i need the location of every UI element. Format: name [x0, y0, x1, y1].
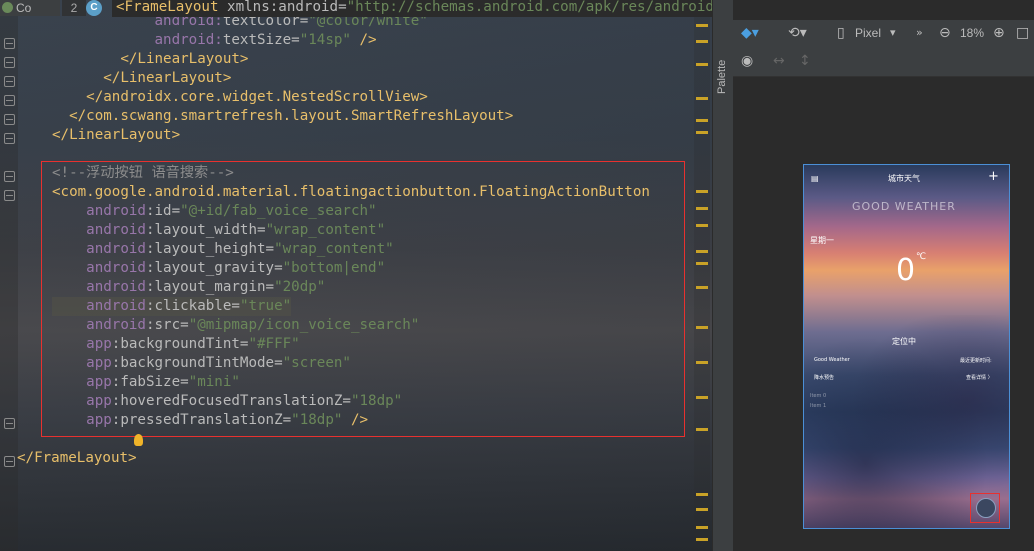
code-line[interactable]: </LinearLayout> [52, 50, 248, 69]
code-line[interactable]: </LinearLayout> [52, 69, 231, 88]
fold-marker[interactable] [4, 171, 15, 182]
device-selector[interactable]: Pixel [855, 20, 881, 46]
class-icon: C [86, 0, 102, 16]
attr-namespace: android: [154, 32, 223, 48]
scan-icon[interactable]: ▤ [811, 174, 819, 183]
error-stripe-mark[interactable] [696, 40, 708, 43]
error-stripe-mark[interactable] [696, 508, 708, 511]
device-preview[interactable]: ▤ 城市天气 + GOOD WEATHER 星期一 0 ℃ 定位中 Good W… [803, 164, 1010, 529]
tag-text: </FrameLayout> [17, 450, 137, 466]
error-stripe-mark[interactable] [696, 131, 708, 134]
list-item: Item 0 [810, 393, 827, 399]
detail-link[interactable]: 查看详情 〉 [966, 374, 993, 381]
error-stripe-mark[interactable] [696, 428, 708, 431]
attr-value: "14sp" [299, 32, 351, 48]
error-stripe-mark[interactable] [696, 97, 708, 100]
error-stripe-mark[interactable] [696, 286, 708, 289]
tag-text: </androidx.core.widget.NestedScrollView> [52, 89, 428, 105]
chevron-down-icon[interactable]: ▾ [890, 20, 896, 46]
error-stripe-mark[interactable] [696, 326, 708, 329]
sticky-header: Co 2 C <FrameLayout xmlns:android="http:… [0, 0, 712, 19]
device-icon[interactable]: ▯ [837, 20, 845, 46]
error-stripe-mark[interactable] [696, 526, 708, 529]
fold-marker[interactable] [4, 114, 15, 125]
design-toolbar: ◆▾ ⟲▾ ▯ Pixel ▾ » ⊖ 18% ⊕ □ [733, 20, 1034, 48]
error-stripe-mark[interactable] [696, 63, 708, 66]
selection-highlight [41, 161, 685, 437]
error-stripe-mark[interactable] [696, 24, 708, 27]
error-stripe-mark[interactable] [696, 538, 708, 541]
error-stripe-mark[interactable] [696, 207, 708, 210]
xmlns-value: "http://schemas.android.com/apk/res/andr… [346, 0, 712, 15]
temperature-value: 0 [896, 253, 916, 288]
fold-marker[interactable] [4, 57, 15, 68]
tag-text: </com.scwang.smartrefresh.layout.SmartRe… [52, 108, 514, 124]
error-stripe-mark[interactable] [696, 396, 708, 399]
layers-icon[interactable]: ◆▾ [741, 20, 759, 46]
palette-tab[interactable]: Palette [716, 34, 730, 94]
temperature-unit: ℃ [916, 252, 927, 262]
tag-text: </LinearLayout> [52, 70, 232, 86]
fold-marker[interactable] [4, 38, 15, 49]
intention-bulb-icon[interactable] [134, 434, 143, 446]
android-icon [2, 2, 13, 13]
location-status: 定位中 [892, 337, 916, 346]
editor-scrollbar[interactable] [694, 0, 710, 551]
header-code-line[interactable]: <FrameLayout xmlns:android="http://schem… [112, 0, 712, 17]
horizontal-constraint-icon[interactable]: ↔ [773, 48, 785, 74]
fab-voice-search[interactable] [976, 498, 996, 518]
zoom-reset-icon[interactable]: □ [1016, 20, 1029, 46]
error-stripe-mark[interactable] [696, 190, 708, 193]
xmlns-attr: xmlns:android= [218, 0, 347, 15]
code-line[interactable]: android:textSize="14sp" /> [52, 31, 377, 50]
fold-marker[interactable] [4, 76, 15, 87]
fold-marker[interactable] [4, 456, 15, 467]
fold-marker[interactable] [4, 418, 15, 429]
file-tab[interactable]: Co [0, 0, 60, 16]
list-item: Item 1 [810, 403, 827, 409]
error-stripe-mark[interactable] [696, 119, 708, 122]
zoom-out-icon[interactable]: ⊖ [939, 20, 951, 46]
line-number: 2 [62, 0, 86, 16]
weekday-label: 星期一 [810, 236, 834, 245]
fold-marker[interactable] [4, 133, 15, 144]
rain-forecast-label: 降水预告 [814, 375, 835, 381]
fab-voice-search-selection[interactable] [970, 493, 1000, 523]
frame-layout-tag: <FrameLayout [116, 0, 219, 15]
add-city-icon[interactable]: + [988, 169, 999, 184]
preview-title: 城市天气 [888, 174, 920, 183]
eye-icon[interactable]: ◉ [741, 48, 753, 74]
tag-close: /> [350, 32, 377, 48]
error-stripe-mark[interactable] [696, 224, 708, 227]
fold-marker[interactable] [4, 190, 15, 201]
tag-text: </LinearLayout> [52, 127, 181, 143]
tag-text: </LinearLayout> [52, 51, 249, 67]
code-line[interactable]: </FrameLayout> [17, 449, 137, 468]
error-stripe-mark[interactable] [696, 262, 708, 265]
zoom-in-icon[interactable]: ⊕ [993, 20, 1005, 46]
vertical-constraint-icon[interactable]: ↕ [799, 48, 811, 74]
code-editor[interactable]: android:textColor="@color/white" android… [0, 0, 712, 551]
fold-marker[interactable] [4, 95, 15, 106]
good-weather-logo: GOOD WEATHER [852, 200, 956, 213]
design-subtoolbar: ◉ ↔ ↕ [733, 48, 1034, 77]
code-line[interactable]: </LinearLayout> [52, 126, 180, 145]
attr-name: textSize= [222, 32, 300, 48]
code-line[interactable]: </androidx.core.widget.NestedScrollView> [52, 88, 428, 107]
good-weather-label: Good Weather [814, 357, 850, 363]
more-chevron-icon[interactable]: » [916, 20, 923, 46]
code-line[interactable]: </com.scwang.smartrefresh.layout.SmartRe… [52, 107, 513, 126]
zoom-level: 18% [960, 26, 985, 40]
error-stripe-mark[interactable] [696, 361, 708, 364]
error-stripe-mark[interactable] [696, 250, 708, 253]
update-time-label: 最近更新时间: [960, 358, 992, 364]
error-stripe-mark[interactable] [696, 493, 708, 496]
orientation-icon[interactable]: ⟲▾ [788, 20, 807, 46]
